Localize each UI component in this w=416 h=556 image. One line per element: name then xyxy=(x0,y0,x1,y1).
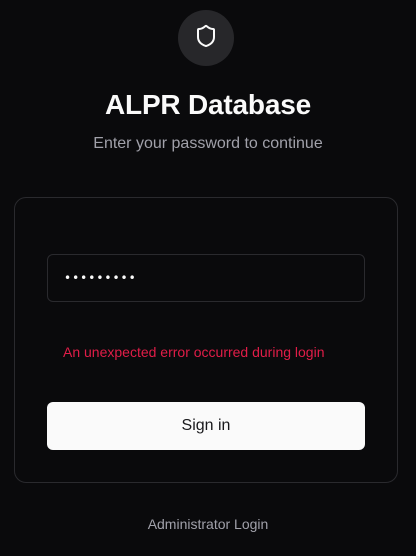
page-title: ALPR Database xyxy=(105,89,311,120)
logo-badge xyxy=(178,10,234,66)
shield-icon xyxy=(194,24,218,53)
administrator-login-link[interactable]: Administrator Login xyxy=(0,516,416,532)
error-message: An unexpected error occurred during logi… xyxy=(63,344,325,360)
login-page: ALPR Database Enter your password to con… xyxy=(0,0,416,556)
login-card: An unexpected error occurred during logi… xyxy=(14,197,398,483)
sign-in-button[interactable]: Sign in xyxy=(47,402,365,450)
password-field[interactable] xyxy=(47,254,365,302)
page-subtitle: Enter your password to continue xyxy=(93,135,323,152)
